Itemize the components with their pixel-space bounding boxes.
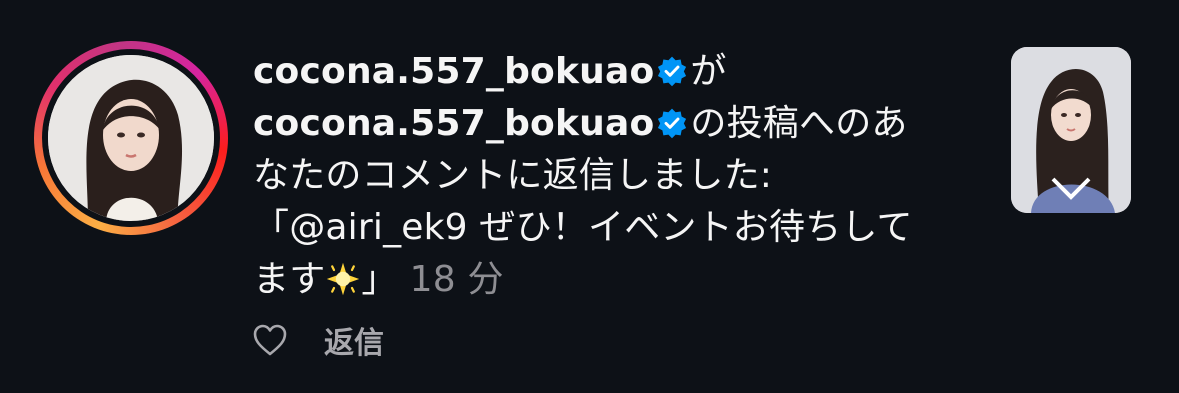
heart-icon[interactable]	[252, 323, 288, 357]
verified-badge-icon	[658, 108, 687, 139]
sparkle-star-emoji	[327, 262, 360, 296]
timestamp: 18 分	[409, 259, 504, 300]
quote-line-1: 「@airi_ek9 ぜひ！イベントお待ちして	[253, 207, 913, 248]
notification-text: cocona.557_bokuao が cocona.557_bokuao の投…	[253, 46, 973, 306]
reply-button[interactable]: 返信	[324, 318, 384, 362]
notification-text-part2: なたのコメントに返信しました:	[253, 155, 773, 196]
actor-username[interactable]: cocona.557_bokuao	[253, 51, 654, 92]
story-ring-avatar[interactable]	[34, 41, 228, 235]
notification-text-part1: の投稿へのあ	[690, 103, 908, 144]
post-thumbnail-image	[1011, 47, 1131, 213]
comment-reply-notification[interactable]: cocona.557_bokuao が cocona.557_bokuao の投…	[0, 0, 1179, 393]
notification-actions: 返信	[252, 318, 384, 362]
verified-badge-icon	[658, 56, 687, 87]
avatar-photo	[48, 55, 214, 221]
particle-text: が	[690, 51, 727, 92]
quote-close: 」	[361, 259, 398, 300]
quote-line-2: ます	[253, 259, 326, 300]
post-thumbnail[interactable]	[1011, 47, 1131, 213]
avatar	[48, 55, 214, 221]
post-owner-username[interactable]: cocona.557_bokuao	[253, 103, 654, 144]
